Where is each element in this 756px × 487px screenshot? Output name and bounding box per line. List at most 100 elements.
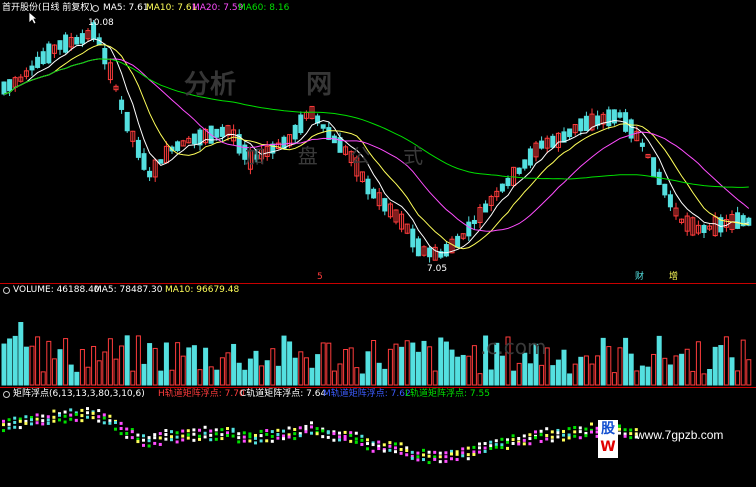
ma10-value: MA10: 7.61 bbox=[146, 3, 198, 13]
matrix-dot bbox=[618, 431, 621, 435]
matrix-dot bbox=[254, 441, 257, 445]
matrix-dot bbox=[254, 433, 257, 437]
event-marker-red[interactable]: 5 bbox=[317, 272, 323, 283]
matrix-dot bbox=[102, 416, 106, 420]
volume-ma10-value: MA10: 96679.48 bbox=[165, 285, 240, 295]
matrix-dot bbox=[52, 419, 56, 423]
volume-bar bbox=[511, 370, 517, 386]
matrix-dot bbox=[119, 421, 123, 425]
volume-bar bbox=[589, 363, 595, 386]
matrix-dot bbox=[573, 426, 577, 430]
candle-body bbox=[135, 139, 141, 158]
volume-bar bbox=[539, 364, 545, 386]
matrix-dot bbox=[321, 435, 325, 439]
matrix-dot bbox=[186, 433, 190, 437]
matrix-dot bbox=[130, 436, 134, 440]
volume-bar bbox=[191, 345, 197, 386]
candle-body bbox=[639, 142, 645, 147]
volume-bar bbox=[499, 355, 505, 386]
candle-body bbox=[606, 109, 612, 127]
volume-bar bbox=[23, 346, 29, 386]
matrix-dot bbox=[259, 434, 263, 438]
matrix-dot bbox=[147, 439, 151, 443]
matrix-dot bbox=[287, 426, 291, 430]
volume-settings-icon[interactable] bbox=[3, 287, 10, 294]
matrix-dot bbox=[209, 438, 213, 442]
candle-body bbox=[371, 188, 377, 199]
matrix-dot bbox=[422, 453, 425, 457]
matrix-dot bbox=[35, 413, 39, 417]
matrix-dot bbox=[13, 425, 17, 429]
volume-bar bbox=[29, 345, 35, 386]
event-marker-finance[interactable]: 财 bbox=[635, 272, 644, 283]
volume-bar bbox=[656, 335, 662, 386]
volume-bar bbox=[718, 345, 724, 386]
ma20-value: MA20: 7.59 bbox=[192, 3, 244, 13]
matrix-dot bbox=[220, 433, 224, 437]
candle-body bbox=[79, 33, 85, 44]
volume-bar bbox=[337, 363, 343, 386]
matrix-dot bbox=[30, 422, 33, 426]
volume-bar bbox=[169, 369, 175, 386]
ma5-value: MA5: 7.61 bbox=[103, 3, 149, 13]
matrix-dot bbox=[265, 432, 269, 436]
candle-body bbox=[63, 34, 69, 53]
candle-body bbox=[298, 114, 304, 134]
matrix-c-value: C轨道矩阵浮点: 7.64 bbox=[240, 389, 327, 399]
matrix-dot bbox=[203, 435, 207, 439]
matrix-dot bbox=[422, 448, 425, 452]
ma-settings-icon[interactable] bbox=[92, 5, 99, 12]
matrix-dot bbox=[35, 421, 39, 425]
volume-bar bbox=[415, 351, 421, 386]
matrix-dot bbox=[332, 432, 336, 436]
matrix-dot bbox=[483, 446, 487, 450]
matrix-dot bbox=[248, 432, 252, 436]
matrix-m-value: M轨道矩阵浮点: 7.62 bbox=[323, 389, 411, 399]
event-marker-increase[interactable]: 增 bbox=[669, 272, 678, 283]
matrix-dot bbox=[153, 441, 157, 445]
matrix-dot bbox=[371, 449, 375, 453]
matrix-dot bbox=[388, 448, 392, 452]
candle-body bbox=[567, 128, 573, 138]
matrix-dot bbox=[315, 427, 319, 431]
volume-bar bbox=[354, 367, 360, 386]
matrix-dot bbox=[142, 434, 145, 438]
matrix-dot bbox=[522, 438, 526, 442]
matrix-dot bbox=[466, 446, 470, 450]
volume-bar bbox=[102, 351, 108, 386]
matrix-dot bbox=[494, 443, 498, 447]
matrix-dot bbox=[366, 442, 369, 446]
volume-bar bbox=[735, 370, 741, 386]
matrix-dot bbox=[545, 427, 549, 431]
matrix-dot bbox=[181, 438, 185, 442]
matrix-dot bbox=[108, 421, 112, 425]
volume-bars bbox=[1, 322, 752, 386]
matrix-dot bbox=[254, 436, 257, 440]
matrix-dot bbox=[170, 435, 173, 439]
matrix-dot bbox=[18, 426, 22, 430]
volume-bar bbox=[107, 338, 113, 386]
matrix-dot bbox=[203, 431, 207, 435]
matrix-dot bbox=[388, 444, 392, 448]
matrix-dot bbox=[86, 407, 89, 411]
matrix-dot bbox=[399, 442, 403, 446]
matrix-dot bbox=[231, 434, 235, 438]
volume-bar bbox=[259, 365, 265, 386]
candlestick-chart-canvas[interactable] bbox=[0, 0, 756, 487]
volume-bar bbox=[516, 362, 522, 386]
volume-bar bbox=[186, 347, 192, 386]
matrix-dot bbox=[511, 441, 515, 445]
volume-bar bbox=[320, 342, 326, 386]
matrix-dot bbox=[539, 433, 543, 437]
candle-body bbox=[499, 183, 505, 192]
candle-body bbox=[539, 140, 545, 149]
volume-bar bbox=[623, 337, 629, 386]
matrix-dot bbox=[91, 416, 95, 420]
matrix-h-value: H轨道矩阵浮点: 7.70 bbox=[158, 389, 245, 399]
candle-body bbox=[455, 235, 461, 248]
matrix-dot bbox=[466, 453, 470, 457]
matrix-settings-icon[interactable] bbox=[3, 391, 10, 398]
matrix-dot bbox=[13, 416, 17, 420]
volume-bar bbox=[225, 352, 231, 386]
matrix-dot bbox=[175, 440, 179, 444]
